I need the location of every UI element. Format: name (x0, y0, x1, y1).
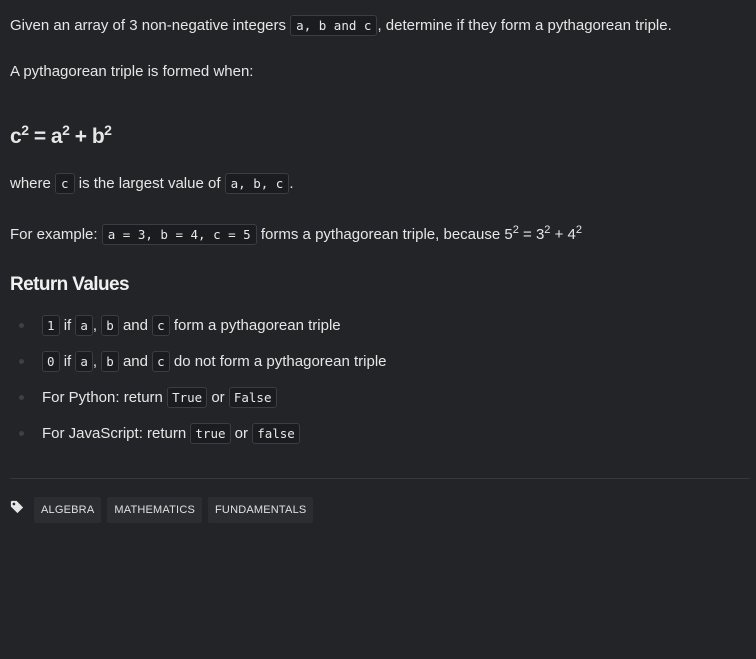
divider (10, 478, 750, 479)
list-code: true (190, 423, 231, 444)
list-text: do not form a pythagorean triple (173, 353, 387, 370)
where-code-abc: a, b, c (224, 173, 290, 194)
formula-a: a (50, 125, 63, 148)
intro-paragraph: Given an array of 3 non-negative integer… (10, 15, 672, 37)
list-text: , (92, 353, 98, 370)
intro-text: Given an array of 3 non-negative integer… (10, 17, 286, 34)
list-code: b (101, 315, 119, 336)
example-text-plus: + 4 (550, 226, 576, 243)
formula-c: c (10, 125, 22, 148)
list-item: 0 if a, b and c do not form a pythagorea… (10, 350, 387, 386)
list-text: form a pythagorean triple (173, 317, 341, 334)
bullet-icon (19, 431, 24, 436)
bullet-icon (19, 359, 24, 364)
example-text: For example: (10, 226, 98, 243)
example-code: a = 3, b = 4, c = 5 (101, 224, 257, 245)
formula-b-exp: 2 (104, 122, 112, 138)
list-code: false (252, 423, 300, 444)
bullet-icon (19, 323, 24, 328)
list-text: and (122, 353, 148, 370)
example-paragraph: For example: a = 3, b = 4, c = 5 forms a… (10, 219, 582, 246)
example-exp-3: 2 (575, 224, 582, 236)
list-item: For Python: return True or False (10, 386, 387, 422)
list-text: , (92, 317, 98, 334)
return-values-heading: Return Values (10, 274, 130, 295)
example-text-because: forms a pythagorean triple, because 5 (260, 226, 513, 243)
list-text: For JavaScript: return (42, 425, 187, 442)
list-item: 1 if a, b and c form a pythagorean tripl… (10, 314, 387, 350)
where-text-mid: is the largest value of (78, 175, 221, 192)
list-code: 0 (42, 351, 60, 372)
list-item: For JavaScript: return true or false (10, 422, 387, 458)
list-text: or (211, 389, 225, 406)
where-text-end: . (289, 175, 294, 192)
list-code: b (101, 351, 119, 372)
list-text: if (63, 317, 72, 334)
intro-text-end: , determine if they form a pythagorean t… (377, 17, 672, 34)
tag-mathematics[interactable]: MATHEMATICS (107, 497, 202, 523)
list-code: c (152, 315, 170, 336)
list-code: True (167, 387, 208, 408)
intro-code: a, b and c (290, 15, 378, 36)
list-text: or (234, 425, 249, 442)
formed-when-paragraph: A pythagorean triple is formed when: (10, 63, 254, 80)
tag-fundamentals[interactable]: FUNDAMENTALS (208, 497, 314, 523)
where-code-c: c (55, 173, 75, 194)
where-text: where (10, 175, 51, 192)
formula-b: b (91, 125, 105, 148)
list-text: if (63, 353, 72, 370)
pythagorean-formula: c2 = a2 + b2 (10, 122, 112, 149)
example-text-eq: = 3 (518, 226, 545, 243)
tag-icon (10, 500, 24, 514)
tag-algebra[interactable]: ALGEBRA (34, 497, 102, 523)
bullet-icon (19, 395, 24, 400)
list-code: c (152, 351, 170, 372)
formula-plus: + (69, 125, 92, 148)
return-values-list: 1 if a, b and c form a pythagorean tripl… (10, 314, 387, 458)
list-code: False (228, 387, 277, 408)
list-text: For Python: return (42, 389, 163, 406)
list-text: and (122, 317, 148, 334)
tag-list: ALGEBRA MATHEMATICS FUNDAMENTALS (10, 497, 314, 523)
where-paragraph: where c is the largest value of a, b, c. (10, 173, 294, 195)
list-code: a (75, 351, 93, 372)
list-code: a (75, 315, 93, 336)
formula-equals: = (28, 125, 51, 148)
list-code: 1 (42, 315, 60, 336)
